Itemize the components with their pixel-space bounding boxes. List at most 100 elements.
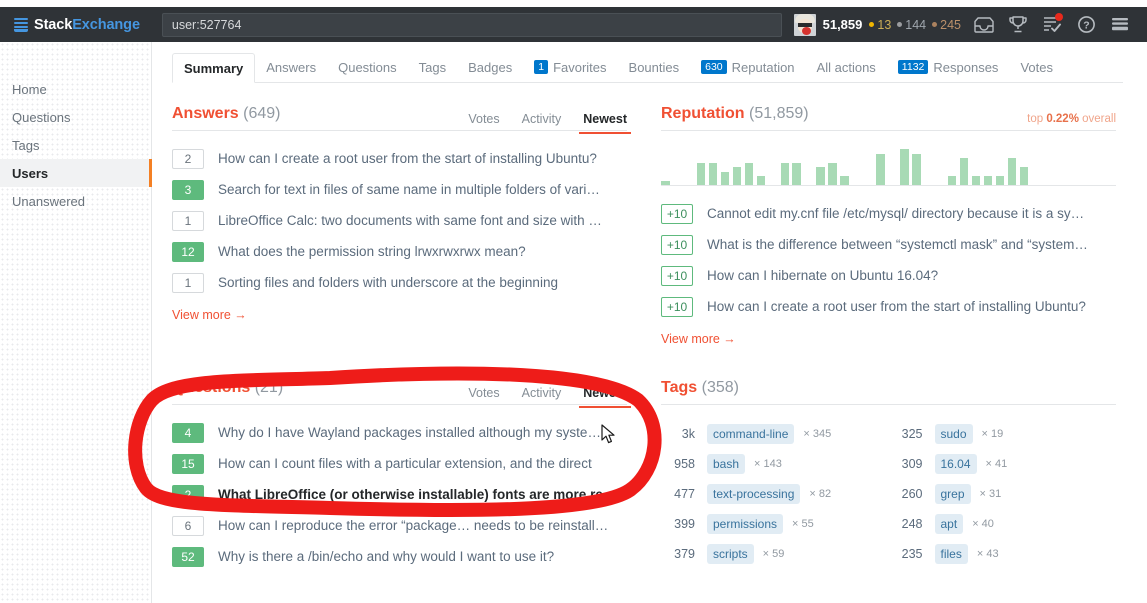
score-badge-accepted: 12 [172, 241, 204, 262]
help-icon[interactable]: ? [1069, 7, 1103, 42]
tag-pill[interactable]: command-line [707, 424, 795, 444]
reputation-bar [780, 162, 790, 185]
list-item[interactable]: 3 Search for text in files of same name … [172, 174, 627, 205]
answers-view-more-link[interactable]: View more → [172, 308, 627, 322]
sort-activity[interactable]: Activity [522, 112, 562, 126]
list-item[interactable]: +10 How can I create a root user from th… [661, 291, 1116, 322]
tag-pill[interactable]: files [934, 544, 968, 564]
gold-badge-count[interactable]: 13 [869, 18, 891, 32]
questions-list: 4 Why do I have Wayland packages install… [172, 417, 627, 572]
tab-favorites[interactable]: 1 Favorites [523, 52, 617, 82]
tab-bounties[interactable]: Bounties [618, 52, 691, 82]
tag-row: 309 16.04 × 41 [889, 449, 1117, 479]
sidebar-item-users[interactable]: Users [0, 159, 152, 187]
list-item[interactable]: 52 Why is there a /bin/echo and why woul… [172, 541, 627, 572]
bronze-badge-count[interactable]: 245 [932, 18, 961, 32]
top-navigation-bar: StackExchange 51,859 13 144 245 [0, 7, 1147, 42]
tags-section: Tags (358) 3k command-line × 345 958 bas… [661, 379, 1116, 572]
tab-votes[interactable]: Votes [1009, 52, 1064, 82]
list-item[interactable]: 15 How can I count files with a particul… [172, 448, 627, 479]
sort-newest[interactable]: Newest [579, 112, 631, 134]
answer-title[interactable]: How can I create a root user from the st… [218, 151, 597, 166]
tag-post-count: × 82 [809, 488, 832, 500]
gold-badge-icon [869, 22, 875, 27]
score-badge: 1 [172, 210, 204, 231]
silver-badge-count[interactable]: 144 [897, 18, 926, 32]
site-switcher-icon[interactable] [1103, 7, 1137, 42]
tag-score: 248 [901, 517, 923, 531]
inbox-icon[interactable] [967, 7, 1001, 42]
reputation-count[interactable]: 51,859 [823, 17, 863, 32]
question-title[interactable]: How can I count files with a particular … [218, 456, 592, 471]
tag-pill[interactable]: scripts [707, 544, 754, 564]
sort-activity[interactable]: Activity [522, 386, 562, 400]
list-item[interactable]: 4 Why do I have Wayland packages install… [172, 417, 627, 448]
review-queue-icon[interactable] [1035, 7, 1069, 42]
list-item[interactable]: +10 How can I hibernate on Ubuntu 16.04? [661, 260, 1116, 291]
tag-row: 399 permissions × 55 [661, 509, 889, 539]
sort-votes[interactable]: Votes [468, 112, 499, 126]
reputation-title[interactable]: Cannot edit my.cnf file /etc/mysql/ dire… [707, 206, 1084, 221]
question-title[interactable]: What LibreOffice (or otherwise installab… [218, 487, 618, 502]
avatar[interactable] [793, 13, 816, 36]
tag-score: 309 [901, 457, 923, 471]
question-title[interactable]: Why is there a /bin/echo and why would I… [218, 549, 554, 564]
list-item[interactable]: +10 What is the difference between “syst… [661, 229, 1116, 260]
tag-pill[interactable]: bash [707, 454, 746, 474]
reputation-bar [1007, 158, 1017, 185]
sidebar-item-unanswered[interactable]: Unanswered [0, 187, 151, 215]
tag-pill[interactable]: sudo [934, 424, 973, 444]
trophy-icon[interactable] [1001, 7, 1035, 42]
tag-pill[interactable]: permissions [707, 514, 784, 534]
list-item[interactable]: 1 Sorting files and folders with undersc… [172, 267, 627, 298]
list-item[interactable]: 1 LibreOffice Calc: two documents with s… [172, 205, 627, 236]
tab-answers[interactable]: Answers [255, 52, 327, 82]
reputation-section-header: Reputation (51,859) top 0.22% overall [661, 105, 1116, 131]
tag-pill[interactable]: apt [934, 514, 964, 534]
reputation-view-more-link[interactable]: View more → [661, 332, 1116, 346]
bronze-badge-icon [932, 22, 938, 27]
list-item[interactable]: 2 What LibreOffice (or otherwise install… [172, 479, 627, 510]
sidebar-item-label: Home [12, 81, 47, 97]
sort-votes[interactable]: Votes [468, 386, 499, 400]
list-item[interactable]: 2 How can I create a root user from the … [172, 143, 627, 174]
answer-title[interactable]: Sorting files and folders with underscor… [218, 275, 558, 290]
list-item[interactable]: 6 How can I reproduce the error “package… [172, 510, 627, 541]
reputation-title[interactable]: How can I hibernate on Ubuntu 16.04? [707, 268, 938, 283]
tag-pill[interactable]: 16.04 [934, 454, 977, 474]
tab-summary[interactable]: Summary [172, 53, 256, 83]
sidebar-item-questions[interactable]: Questions [0, 103, 151, 131]
search-box[interactable] [161, 12, 782, 37]
silver-badge-icon [897, 22, 903, 27]
stack-exchange-logo[interactable]: StackExchange [0, 7, 156, 42]
tag-post-count: × 40 [972, 518, 994, 530]
sort-newest[interactable]: Newest [579, 386, 631, 408]
reputation-section: Reputation (51,859) top 0.22% overall +1… [661, 105, 1116, 346]
question-title[interactable]: Why do I have Wayland packages installed… [218, 425, 601, 440]
sidebar-item-tags[interactable]: Tags [0, 131, 151, 159]
reputation-title[interactable]: How can I create a root user from the st… [707, 299, 1086, 314]
tag-pill[interactable]: grep [934, 484, 971, 504]
question-title[interactable]: How can I reproduce the error “package… … [218, 518, 608, 533]
svg-text:?: ? [1083, 20, 1089, 32]
tab-questions[interactable]: Questions [327, 52, 408, 82]
tags-column-left: 3k command-line × 345 958 bash × 143 477… [661, 419, 889, 569]
tag-pill[interactable]: text-processing [707, 484, 801, 504]
sidebar-item-home[interactable]: Home [0, 75, 151, 103]
tab-all-actions[interactable]: All actions [806, 52, 887, 82]
section-count: (358) [701, 379, 739, 396]
tab-tags[interactable]: Tags [408, 52, 457, 82]
reputation-bar [840, 176, 849, 185]
tab-responses[interactable]: 1132 Responses [887, 52, 1010, 82]
answer-title[interactable]: Search for text in files of same name in… [218, 182, 600, 197]
reputation-title[interactable]: What is the difference between “systemct… [707, 237, 1088, 252]
list-item[interactable]: +10 Cannot edit my.cnf file /etc/mysql/ … [661, 198, 1116, 229]
search-input[interactable] [171, 17, 772, 32]
list-item[interactable]: 12 What does the permission string lrwxr… [172, 236, 627, 267]
score-badge-accepted: 52 [172, 546, 204, 567]
stack-exchange-logo-icon [14, 17, 28, 33]
tab-badges[interactable]: Badges [457, 52, 523, 82]
answer-title[interactable]: LibreOffice Calc: two documents with sam… [218, 213, 602, 228]
answer-title[interactable]: What does the permission string lrwxrwxr… [218, 244, 526, 259]
tab-reputation[interactable]: 630 Reputation [690, 52, 805, 82]
